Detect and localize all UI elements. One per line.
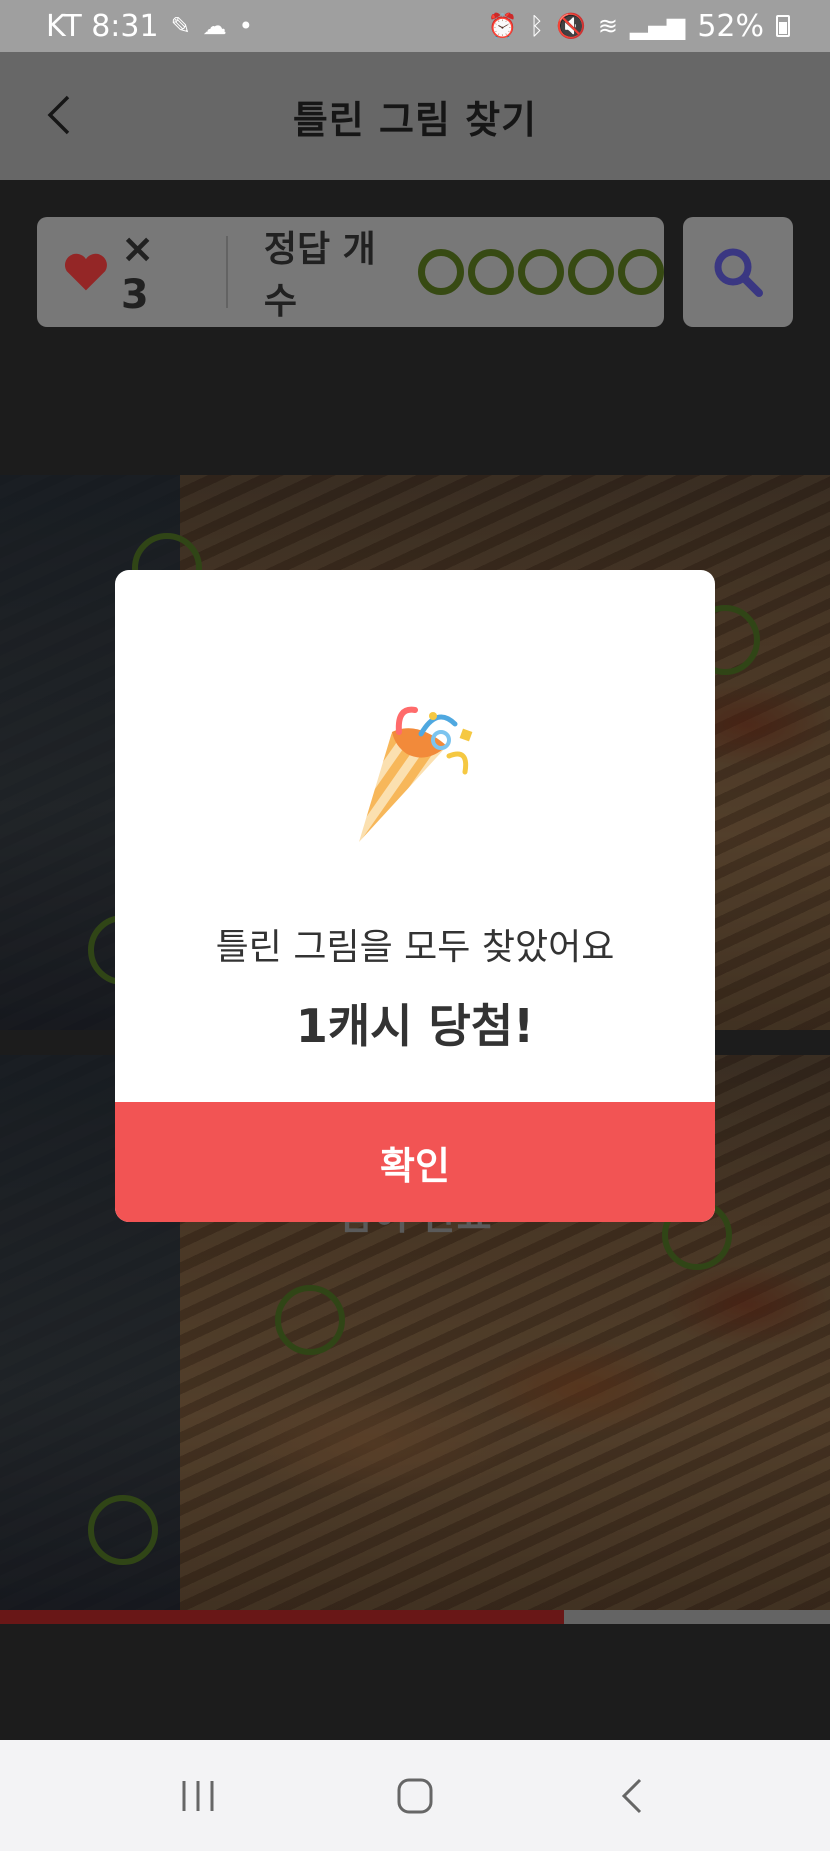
answer-ring — [468, 249, 514, 295]
system-back-button[interactable] — [592, 1756, 672, 1836]
signal-icon: ▂▄▆ — [629, 12, 686, 40]
battery-icon — [776, 15, 790, 37]
chat-icon: ☁ — [202, 12, 227, 40]
hint-search-button[interactable] — [683, 217, 793, 327]
page-title: 틀린 그림 찾기 — [292, 97, 538, 142]
home-icon — [397, 1778, 433, 1813]
mute-icon: 🔇 — [555, 12, 586, 40]
found-marker — [275, 1285, 345, 1355]
found-marker — [88, 1495, 158, 1565]
lives-indicator: × 3 — [63, 226, 190, 318]
confirm-button[interactable]: 확인 — [115, 1102, 715, 1222]
answer-ring — [418, 249, 464, 295]
back-icon — [621, 1778, 641, 1813]
chevron-left-icon — [47, 95, 70, 135]
app-bar: 틀린 그림 찾기 — [0, 52, 830, 180]
carrier-time: KT 8:31 — [46, 8, 159, 44]
alarm-icon: ⏰ — [487, 12, 518, 40]
cashfeed-icon: ✎ — [170, 12, 191, 40]
progress-bar — [0, 1610, 830, 1624]
divider — [226, 236, 228, 308]
status-right: ⏰ ᛒ 🔇 ≋ ▂▄▆ 52% — [488, 9, 790, 44]
lives-count: × 3 — [120, 226, 155, 318]
dot-icon: • — [238, 12, 253, 40]
answer-count-label: 정답 개수 — [263, 229, 376, 322]
score-box: × 3 정답 개수 — [37, 217, 664, 327]
answer-ring — [518, 249, 564, 295]
party-popper-icon — [359, 706, 473, 842]
home-button[interactable] — [375, 1756, 455, 1836]
modal-prize: 1캐시 당첨! — [295, 999, 535, 1053]
battery-percent: 52% — [697, 8, 764, 44]
answer-ring — [618, 249, 664, 295]
recent-apps-button[interactable] — [158, 1756, 238, 1836]
search-icon — [714, 248, 763, 297]
back-button[interactable] — [36, 92, 82, 138]
status-left: KT 8:31 ✎ ☁ • — [46, 9, 253, 44]
wifi-icon: ≋ — [597, 12, 618, 40]
bluetooth-icon: ᛒ — [529, 12, 544, 40]
progress-fill — [0, 1610, 565, 1624]
modal-message: 틀린 그림을 모두 찾았어요 — [215, 927, 615, 968]
heart-icon — [64, 253, 107, 291]
result-modal: 틀린 그림을 모두 찾았어요 1캐시 당첨! 확인 — [115, 570, 715, 1222]
recent-apps-icon — [182, 1780, 214, 1811]
answer-ring — [568, 249, 614, 295]
system-nav-bar — [0, 1740, 830, 1851]
answer-rings — [418, 249, 664, 295]
status-bar: KT 8:31 ✎ ☁ • ⏰ ᛒ 🔇 ≋ ▂▄▆ 52% — [0, 0, 830, 52]
